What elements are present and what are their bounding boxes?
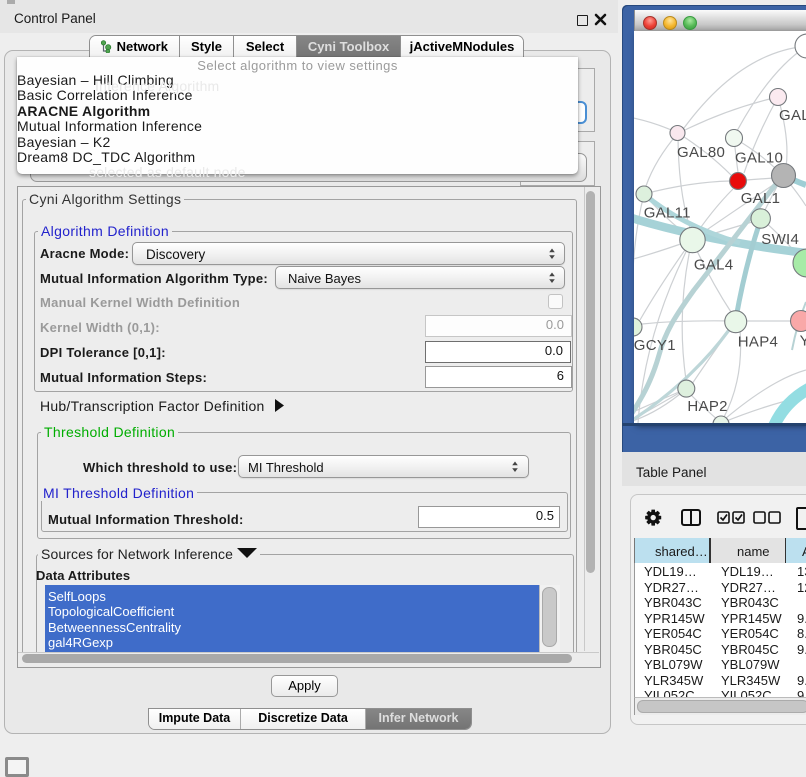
svg-text:GAL4: GAL4 xyxy=(694,257,734,274)
svg-text:GAL1: GAL1 xyxy=(741,190,781,207)
svg-text:GAL11: GAL11 xyxy=(644,205,691,222)
svg-text:GAL80: GAL80 xyxy=(677,144,725,161)
svg-text:SWI4: SWI4 xyxy=(761,231,799,248)
svg-text:HAP4: HAP4 xyxy=(738,334,778,351)
svg-text:GAL10: GAL10 xyxy=(735,150,783,167)
svg-text:HAP2: HAP2 xyxy=(687,398,727,415)
svg-text:YI: YI xyxy=(800,333,806,350)
svg-text:GCY1: GCY1 xyxy=(634,337,676,354)
svg-text:GAL2: GAL2 xyxy=(779,107,806,124)
